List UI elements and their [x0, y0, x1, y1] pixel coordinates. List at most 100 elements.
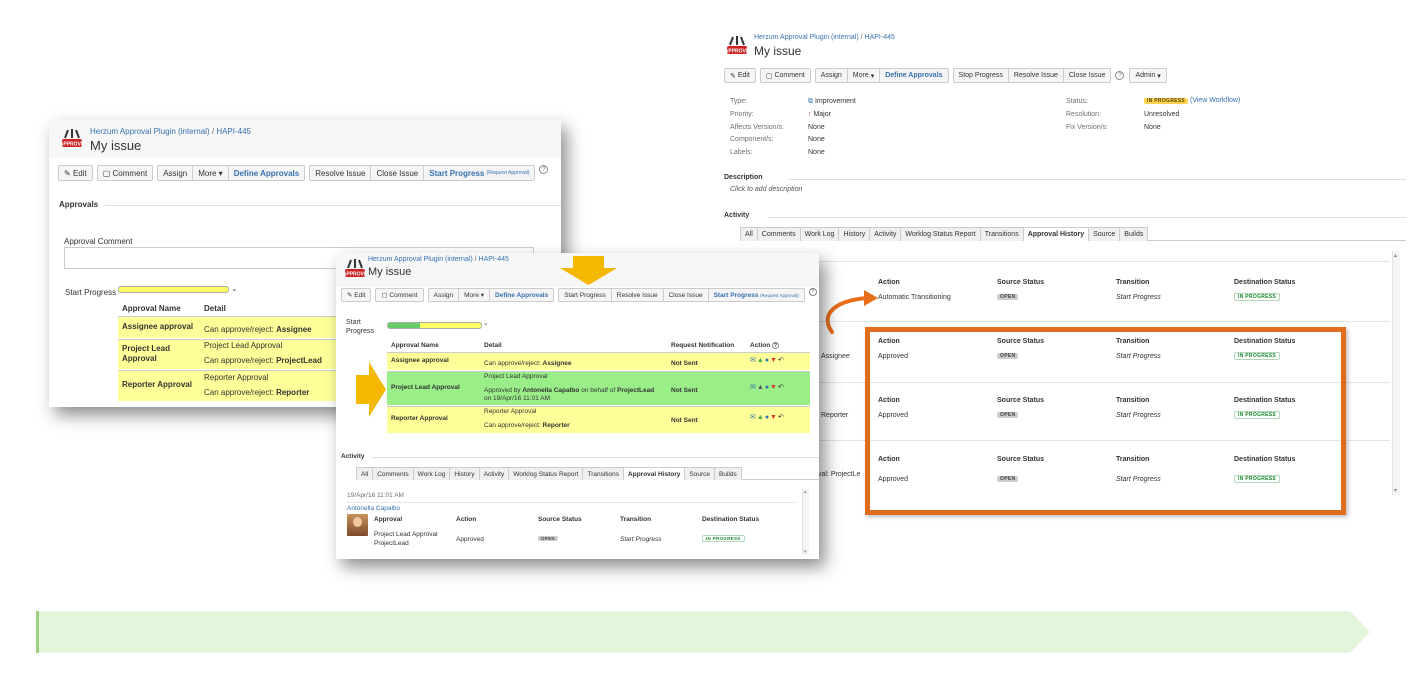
thumbs-up-icon[interactable]: ▲ — [757, 414, 765, 421]
more-button[interactable]: More ▾ — [848, 69, 881, 82]
tab-source[interactable]: Source — [1088, 227, 1121, 241]
tab-worklog-status[interactable]: Worklog Status Report — [900, 227, 981, 241]
history-user-link[interactable]: Antonella Capalbo — [347, 505, 400, 512]
scrollbar[interactable]: ▴ ▾ — [802, 489, 809, 555]
breadcrumb-issue[interactable]: HAPI-445 — [479, 256, 509, 263]
more-button[interactable]: More ▾ — [459, 289, 491, 301]
close-issue-button[interactable]: Close Issue — [664, 289, 709, 301]
view-workflow-link[interactable]: (View Workflow) — [1190, 97, 1240, 104]
help-icon[interactable]: ? — [808, 288, 817, 296]
define-approvals-button[interactable]: Define Approvals — [880, 69, 947, 82]
page-title: My issue — [368, 266, 412, 278]
undo-icon[interactable]: ↶ — [778, 414, 785, 421]
tab-transitions[interactable]: Transitions — [979, 227, 1024, 241]
edit-button[interactable]: ✎ Edit — [725, 69, 755, 82]
tab-worklog-status[interactable]: Worklog Status Report — [508, 467, 584, 480]
tab-activity[interactable]: Activity — [478, 467, 510, 480]
approval-name: Reporter Approval — [122, 380, 192, 389]
start-progress-button[interactable]: Start Progress (Request Approval) — [709, 289, 804, 301]
more-button[interactable]: More ▾ — [193, 166, 229, 180]
thumbs-up-icon[interactable]: ▲ — [757, 384, 765, 391]
scroll-up-icon[interactable]: ▴ — [804, 489, 807, 495]
edit-button[interactable]: ✎ Edit — [342, 289, 370, 301]
tab-approval-history[interactable]: Approval History — [1022, 227, 1090, 241]
header-detail: Detail — [204, 304, 226, 313]
help-icon[interactable]: ? — [772, 342, 780, 349]
admin-button[interactable]: Admin ▾ — [1130, 69, 1165, 82]
progress-bar — [118, 286, 229, 293]
thumbs-down-icon[interactable]: ▼ — [770, 384, 778, 391]
comment-button[interactable]: ▢ Comment — [376, 289, 422, 301]
svg-text:APPROVE: APPROVE — [725, 49, 750, 55]
approval-name: Project Lead Approval — [391, 384, 460, 391]
tab-approval-history[interactable]: Approval History — [623, 467, 686, 480]
tab-comments[interactable]: Comments — [372, 467, 414, 480]
resolve-issue-button[interactable]: Resolve Issue — [310, 166, 372, 180]
progress-arrow-band — [36, 611, 1370, 653]
breadcrumb-issue[interactable]: HAPI-445 — [865, 34, 895, 41]
start-progress-label: Start Progress — [65, 288, 117, 297]
assign-button[interactable]: Assign — [816, 69, 848, 82]
assign-button[interactable]: Assign — [158, 166, 194, 180]
help-icon[interactable]: ? — [1115, 71, 1125, 80]
description-placeholder[interactable]: Click to add description — [730, 186, 802, 193]
assign-button[interactable]: Assign — [429, 289, 460, 301]
thumbs-up-icon[interactable]: ▲ — [757, 357, 765, 364]
start-progress-button[interactable]: Start Progress (Request Approval) — [424, 166, 534, 180]
breadcrumb-project[interactable]: Herzum Approval Plugin (internal) — [368, 256, 473, 263]
tab-work-log[interactable]: Work Log — [799, 227, 840, 241]
mail-icon[interactable]: ✉ — [750, 384, 757, 391]
scroll-up-icon[interactable]: ▴ — [1394, 252, 1397, 259]
tab-builds[interactable]: Builds — [1119, 227, 1149, 241]
define-approvals-button[interactable]: Define Approvals — [490, 289, 553, 301]
tab-history[interactable]: History — [838, 227, 871, 241]
chevron-down-icon[interactable]: ⌄ — [231, 284, 238, 293]
comment-button[interactable]: ▢ Comment — [761, 69, 810, 82]
edit-button[interactable]: ✎ Edit — [59, 166, 92, 180]
pencil-icon: ✎ — [347, 292, 355, 299]
scroll-down-icon[interactable]: ▾ — [804, 549, 807, 555]
approval-name: Project Lead Approval — [122, 344, 171, 363]
tab-transitions[interactable]: Transitions — [582, 467, 625, 480]
undo-icon[interactable]: ↶ — [778, 357, 785, 364]
start-progress-top-button[interactable]: Start Progress — [559, 289, 612, 301]
approval-detail: Reporter Approval — [204, 373, 269, 382]
tab-work-log[interactable]: Work Log — [412, 467, 451, 480]
tab-comments[interactable]: Comments — [756, 227, 801, 241]
define-approvals-button[interactable]: Define Approvals — [229, 166, 305, 180]
tab-all[interactable]: All — [740, 227, 758, 241]
scroll-down-icon[interactable]: ▾ — [1394, 487, 1397, 494]
action-icons: ✉▲●▼↶ — [750, 383, 785, 391]
breadcrumb-issue[interactable]: HAPI-445 — [216, 127, 251, 136]
tab-activity[interactable]: Activity — [869, 227, 902, 241]
tab-builds[interactable]: Builds — [714, 467, 742, 480]
fix-version-label: Fix Version/s: — [1066, 124, 1109, 131]
header-request-notification: Request Notification — [671, 342, 735, 349]
tab-all[interactable]: All — [356, 467, 374, 480]
affects-value: None — [808, 124, 825, 131]
stop-progress-button[interactable]: Stop Progress — [954, 69, 1009, 82]
breadcrumb-project[interactable]: Herzum Approval Plugin (internal) — [754, 34, 859, 41]
comment-button[interactable]: ▢ Comment — [98, 166, 152, 180]
tab-history[interactable]: History — [449, 467, 480, 480]
breadcrumb-project[interactable]: Herzum Approval Plugin (internal) — [90, 127, 210, 136]
breadcrumb-sep: / — [474, 256, 477, 263]
activity-tabs: All Comments Work Log History Activity W… — [356, 467, 819, 480]
thumbs-down-icon[interactable]: ▼ — [770, 414, 778, 421]
approval-detail: Can approve/reject: Assignee — [204, 325, 312, 334]
history-action: Approved — [456, 536, 484, 543]
breadcrumb: Herzum Approval Plugin (internal) / HAPI… — [368, 256, 509, 263]
close-issue-button[interactable]: Close Issue — [371, 166, 425, 180]
tab-source[interactable]: Source — [684, 467, 716, 480]
herzum-logo: APPROVE — [59, 128, 85, 150]
resolve-issue-button[interactable]: Resolve Issue — [612, 289, 664, 301]
undo-icon[interactable]: ↶ — [778, 384, 785, 391]
mail-icon[interactable]: ✉ — [750, 357, 757, 364]
chevron-down-icon[interactable]: ⌄ — [483, 319, 489, 327]
resolve-issue-button[interactable]: Resolve Issue — [1009, 69, 1064, 82]
help-icon[interactable]: ? — [539, 165, 549, 174]
scrollbar[interactable]: ▴ ▾ — [1392, 251, 1400, 495]
close-issue-button[interactable]: Close Issue — [1064, 69, 1111, 82]
thumbs-down-icon[interactable]: ▼ — [770, 357, 778, 364]
mail-icon[interactable]: ✉ — [750, 414, 757, 421]
